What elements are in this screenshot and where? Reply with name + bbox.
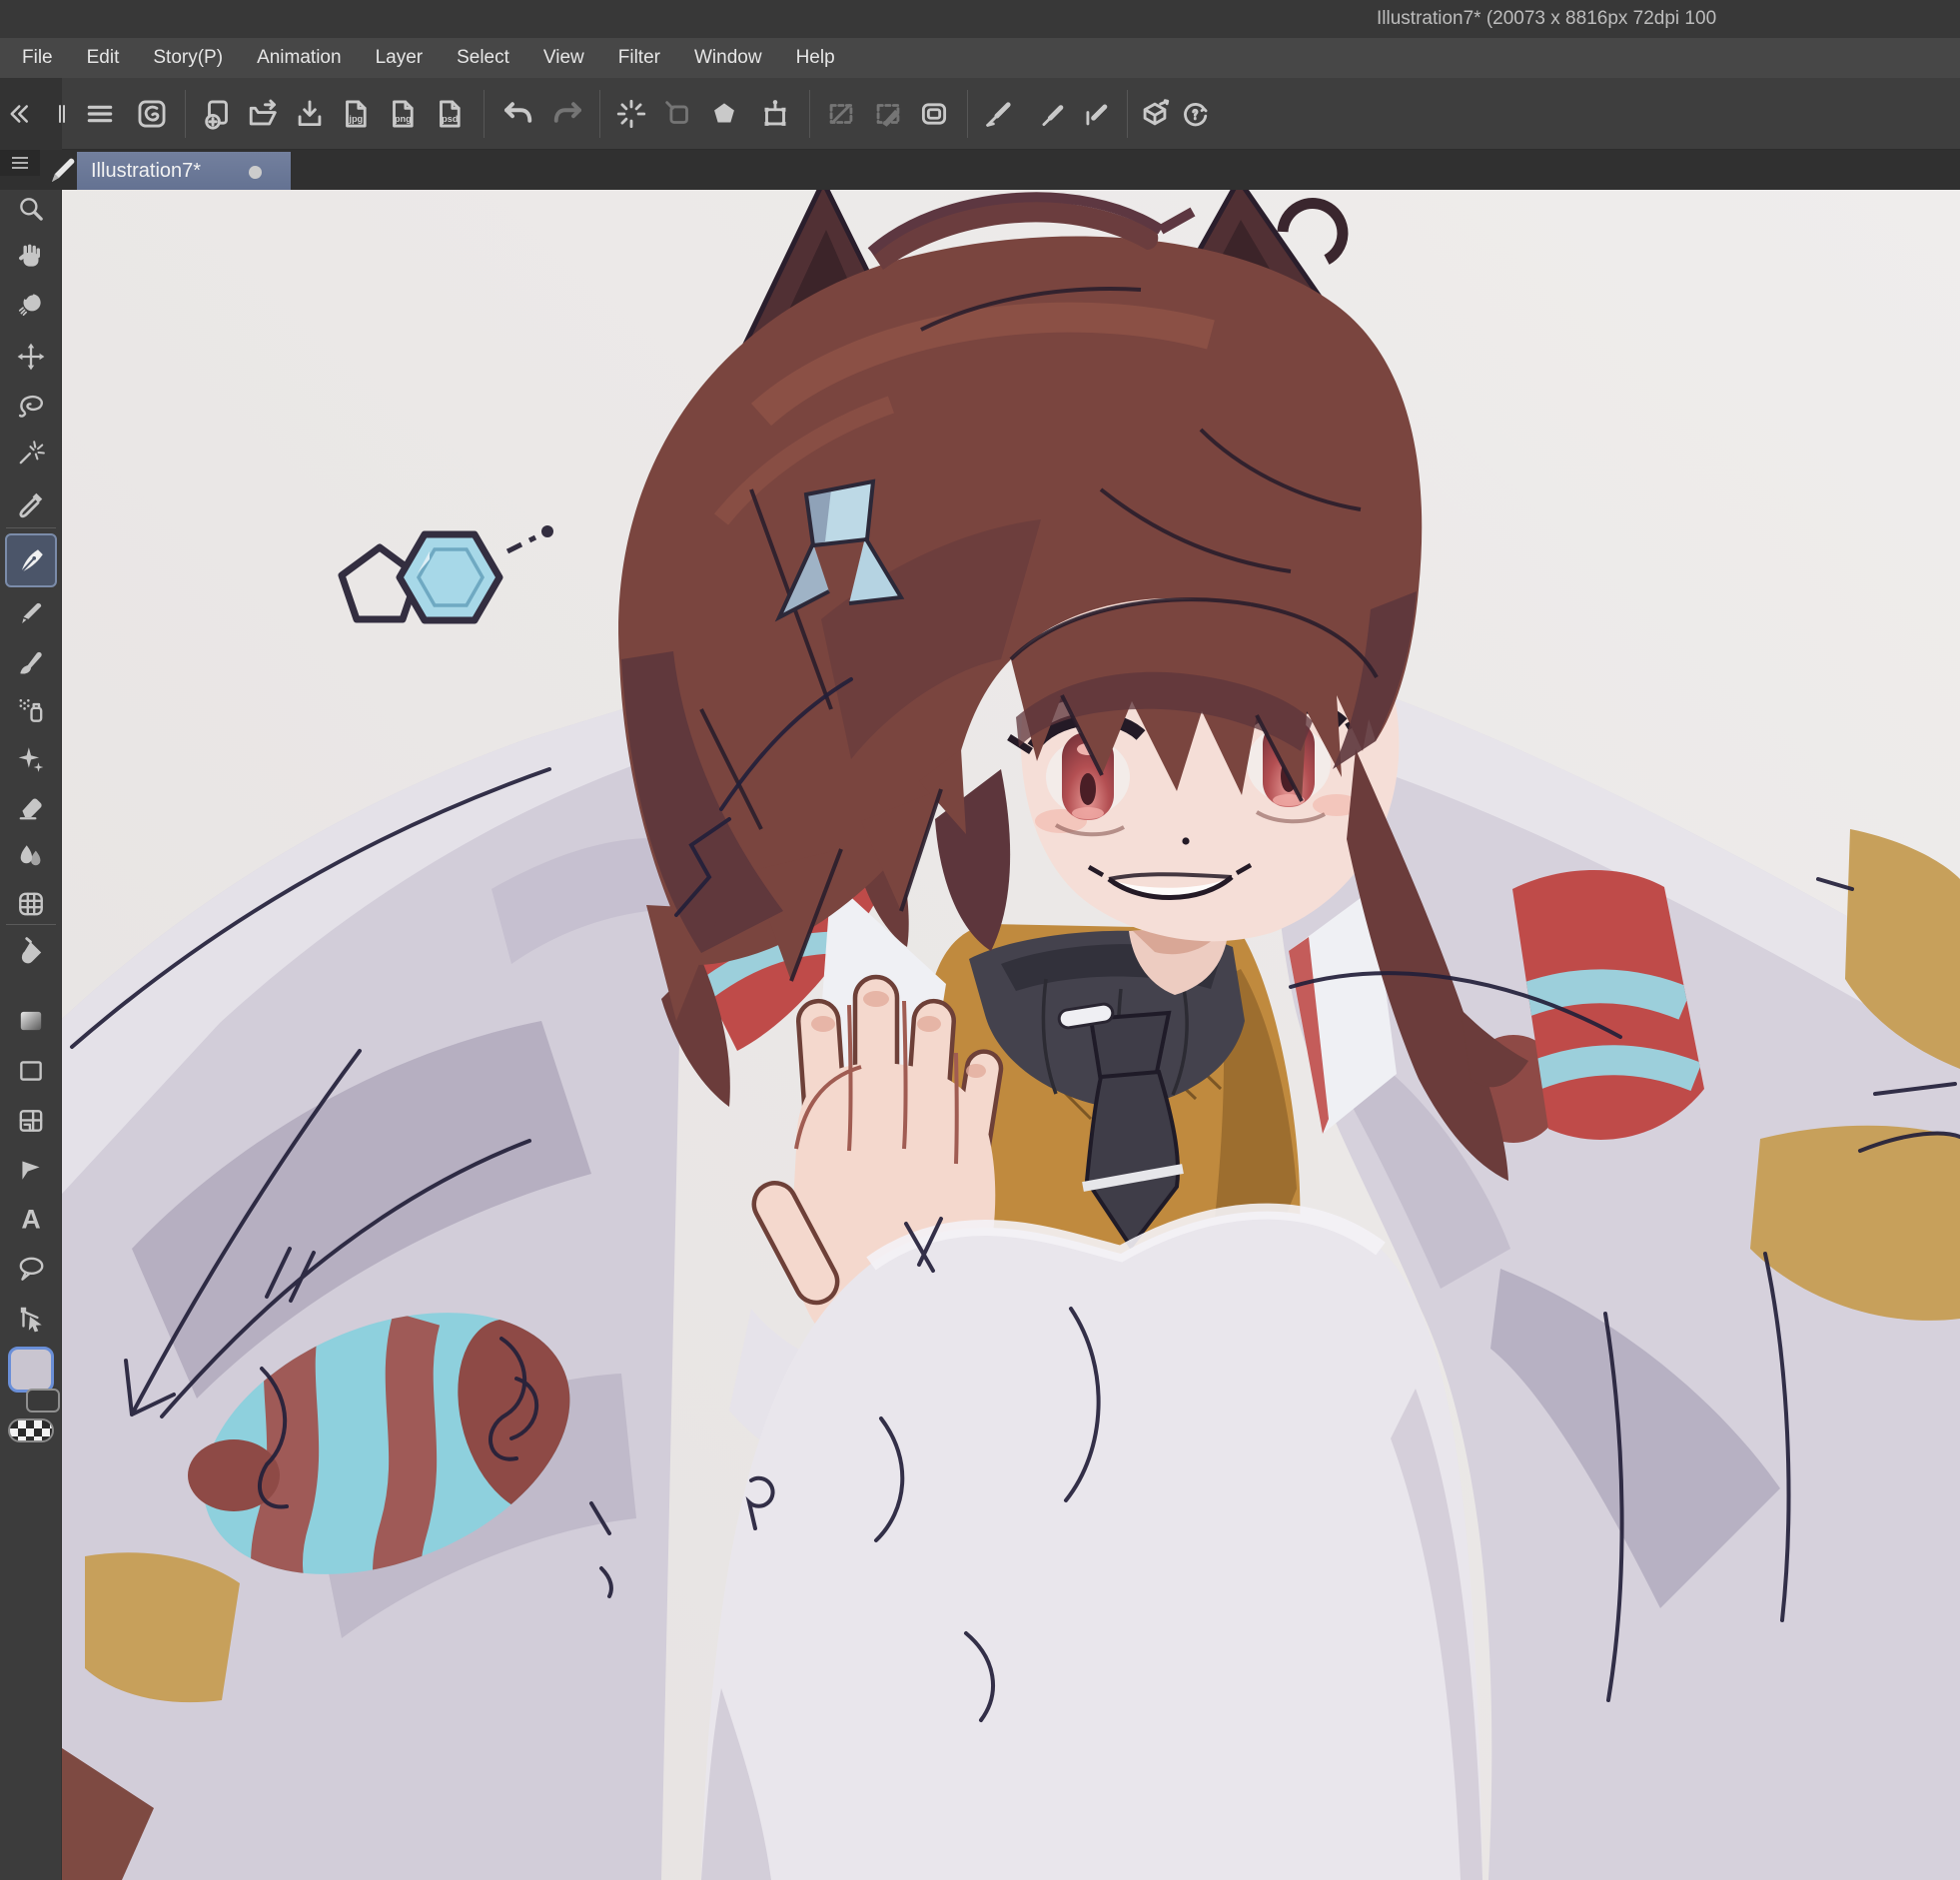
png-badge: png xyxy=(395,114,412,124)
menu-layer[interactable]: Layer xyxy=(359,38,441,78)
tool-divider xyxy=(6,924,56,925)
canvas-area[interactable] xyxy=(62,190,1960,1880)
clip-studio-paint-window: Illustration7* (20073 x 8816px 72dpi 100… xyxy=(0,0,1960,1880)
hand-tool[interactable] xyxy=(3,235,59,279)
menu-edit[interactable]: Edit xyxy=(70,38,137,78)
polyline-tool[interactable] xyxy=(3,1147,59,1191)
document-title: Illustration7* (20073 x 8816px 72dpi 100 xyxy=(1377,8,1716,30)
document-tab-bar: Illustration7* xyxy=(0,150,1960,190)
snap-grid-icon[interactable] xyxy=(658,92,698,136)
selection-rectangle-icon[interactable] xyxy=(821,92,861,136)
collapse-panel-icon[interactable] xyxy=(0,92,38,136)
balloon-tool[interactable] xyxy=(3,1247,59,1291)
jpg-badge: jpg xyxy=(348,114,363,124)
tool-palette: A xyxy=(0,190,62,1880)
rotate-canvas-tool[interactable] xyxy=(3,283,59,327)
psd-badge: psd xyxy=(442,114,458,124)
save-document-icon[interactable] xyxy=(290,92,330,136)
canvas-artwork xyxy=(62,190,1960,1880)
airbrush-tool[interactable] xyxy=(3,689,59,733)
open-file-icon[interactable] xyxy=(244,92,284,136)
document-tab[interactable]: Illustration7* xyxy=(77,152,291,190)
toolbar-separator xyxy=(809,90,810,138)
clip-studio-logo-icon[interactable] xyxy=(132,92,172,136)
tab-modified-dot xyxy=(249,166,262,179)
text-tool-glyph: A xyxy=(21,1205,40,1234)
sub-color-swatch[interactable] xyxy=(26,1389,60,1412)
export-jpg-icon[interactable]: jpg xyxy=(336,92,376,136)
perspective-box-icon[interactable] xyxy=(1135,92,1175,136)
redo-icon[interactable] xyxy=(547,92,587,136)
gradient-tool[interactable] xyxy=(3,999,59,1043)
menu-help[interactable]: Help xyxy=(779,38,852,78)
toolbar-separator xyxy=(967,90,968,138)
move-layer-tool[interactable] xyxy=(3,335,59,379)
tool-divider xyxy=(6,527,56,528)
export-psd-icon[interactable]: psd xyxy=(430,92,470,136)
ruler-pen-line-icon[interactable] xyxy=(979,92,1019,136)
window-titlebar: Illustration7* (20073 x 8816px 72dpi 100 xyxy=(0,0,1960,38)
art-nose xyxy=(1182,837,1189,844)
export-png-icon[interactable]: png xyxy=(383,92,423,136)
selection-launcher-icon[interactable] xyxy=(914,92,954,136)
pen-tool[interactable] xyxy=(5,533,57,587)
main-menu-icon[interactable] xyxy=(80,92,120,136)
undo-icon[interactable] xyxy=(498,92,538,136)
transparent-color-swatch[interactable] xyxy=(8,1418,54,1442)
lasso-select-tool[interactable] xyxy=(3,383,59,427)
menu-file[interactable]: File xyxy=(5,38,70,78)
menu-animation[interactable]: Animation xyxy=(240,38,359,78)
fill-bucket-tool[interactable] xyxy=(3,930,59,974)
selection-pen-icon[interactable] xyxy=(868,92,908,136)
snap-special-ruler-icon[interactable] xyxy=(611,92,651,136)
new-document-icon[interactable] xyxy=(198,92,238,136)
blend-tool[interactable] xyxy=(3,834,59,878)
brush-tool[interactable] xyxy=(3,640,59,684)
reset-display-icon[interactable] xyxy=(1175,92,1215,136)
text-tool[interactable]: A xyxy=(3,1197,59,1241)
command-bar: jpg png psd xyxy=(0,78,1960,150)
menu-story[interactable]: Story(P) xyxy=(136,38,240,78)
zoom-tool[interactable] xyxy=(3,188,59,232)
frame-tool[interactable] xyxy=(3,1049,59,1093)
pencil-tool[interactable] xyxy=(3,592,59,636)
workspace-pencil-icon[interactable] xyxy=(44,152,80,188)
decoration-tool[interactable] xyxy=(3,737,59,781)
toolbar-separator xyxy=(1127,90,1128,138)
snap-off-icon[interactable] xyxy=(704,92,744,136)
tool-palette-menu-icon[interactable] xyxy=(0,150,40,176)
toolbar-separator xyxy=(185,90,186,138)
menu-filter[interactable]: Filter xyxy=(601,38,677,78)
panel-drag-handle-icon[interactable] xyxy=(42,92,82,136)
ruler-pen-edit-icon[interactable] xyxy=(1075,92,1115,136)
toolbar-separator xyxy=(599,90,600,138)
operate-object-tool[interactable] xyxy=(3,1297,59,1341)
menu-select[interactable]: Select xyxy=(440,38,526,78)
auto-select-tool[interactable] xyxy=(3,431,59,474)
menu-bar: File Edit Story(P) Animation Layer Selec… xyxy=(0,38,1960,78)
frame-border-tool[interactable] xyxy=(3,1099,59,1143)
ruler-pen-icon[interactable] xyxy=(1031,92,1071,136)
document-tab-label: Illustration7* xyxy=(77,160,201,183)
eyedropper-tool[interactable] xyxy=(3,482,59,526)
figure-grid-tool[interactable] xyxy=(3,882,59,926)
main-color-swatch[interactable] xyxy=(8,1347,54,1393)
transform-icon[interactable] xyxy=(755,92,795,136)
menu-view[interactable]: View xyxy=(526,38,601,78)
eraser-tool[interactable] xyxy=(3,785,59,829)
toolbar-separator xyxy=(484,90,485,138)
menu-window[interactable]: Window xyxy=(677,38,779,78)
workspace: A xyxy=(0,190,1960,1880)
